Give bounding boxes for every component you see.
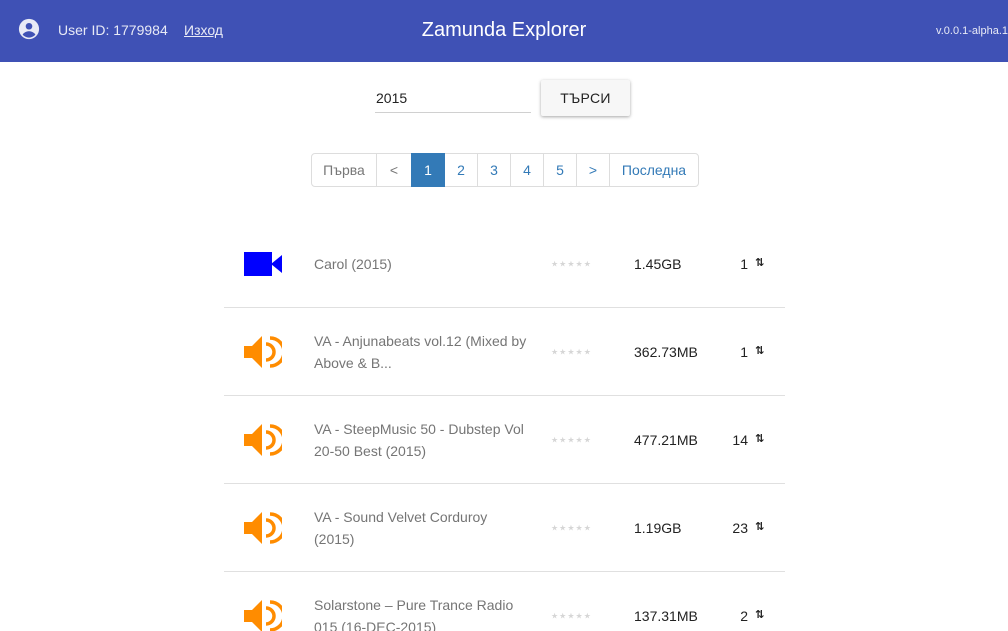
- page-3-button[interactable]: 3: [477, 153, 511, 187]
- swap-arrows-icon: ⇅: [755, 256, 765, 269]
- result-title[interactable]: VA - SteepMusic 50 - Dubstep Vol 20-50 B…: [314, 418, 529, 462]
- result-title[interactable]: Carol (2015): [314, 253, 529, 275]
- video-camera-icon: [244, 251, 282, 276]
- page-1-button[interactable]: 1: [411, 153, 445, 187]
- search-input[interactable]: [375, 84, 531, 113]
- app-header: User ID: 1779984 Изход Zamunda Explorer …: [0, 0, 1008, 62]
- result-size: 477.21MB: [634, 431, 698, 448]
- page-5-button[interactable]: 5: [543, 153, 577, 187]
- rating-stars: ★★★★★: [551, 347, 592, 356]
- result-size: 1.45GB: [634, 255, 682, 272]
- app-title: Zamunda Explorer: [421, 19, 587, 41]
- rating-stars: ★★★★★: [551, 435, 592, 444]
- rating-stars: ★★★★★: [551, 259, 592, 268]
- speaker-icon: [244, 511, 282, 544]
- page-prev-button[interactable]: <: [376, 153, 412, 187]
- result-size: 362.73MB: [634, 343, 698, 360]
- page-first-button[interactable]: Първа: [311, 153, 377, 187]
- swap-arrows-icon: ⇅: [755, 432, 765, 445]
- result-seeds: 2: [740, 607, 748, 624]
- result-row[interactable]: Solarstone – Pure Trance Radio 015 (16-D…: [224, 572, 785, 631]
- result-size: 137.31MB: [634, 607, 698, 624]
- result-title[interactable]: VA - Sound Velvet Corduroy (2015): [314, 506, 529, 550]
- search-button[interactable]: ТЪРСИ: [541, 80, 630, 116]
- result-row[interactable]: VA - Sound Velvet Corduroy (2015) ★★★★★ …: [224, 484, 785, 572]
- version-label: v.0.0.1-alpha.1: [936, 25, 1008, 37]
- result-row[interactable]: Carol (2015) ★★★★★ 1.45GB 1 ⇅: [224, 220, 785, 308]
- result-size: 1.19GB: [634, 519, 682, 536]
- swap-arrows-icon: ⇅: [755, 520, 765, 533]
- result-row[interactable]: VA - Anjunabeats vol.12 (Mixed by Above …: [224, 308, 785, 396]
- result-row[interactable]: VA - SteepMusic 50 - Dubstep Vol 20-50 B…: [224, 396, 785, 484]
- speaker-icon: [244, 599, 282, 631]
- page-4-button[interactable]: 4: [510, 153, 544, 187]
- speaker-icon: [244, 335, 282, 368]
- swap-arrows-icon: ⇅: [755, 608, 765, 621]
- page-2-button[interactable]: 2: [444, 153, 478, 187]
- result-seeds: 23: [732, 519, 748, 536]
- result-title[interactable]: Solarstone – Pure Trance Radio 015 (16-D…: [314, 594, 529, 631]
- swap-arrows-icon: ⇅: [755, 344, 765, 357]
- result-seeds: 14: [732, 431, 748, 448]
- speaker-icon: [244, 423, 282, 456]
- results-list: Carol (2015) ★★★★★ 1.45GB 1 ⇅ VA - Anjun…: [224, 220, 785, 631]
- rating-stars: ★★★★★: [551, 611, 592, 620]
- logout-link[interactable]: Изход: [184, 22, 223, 38]
- result-title[interactable]: VA - Anjunabeats vol.12 (Mixed by Above …: [314, 330, 529, 374]
- rating-stars: ★★★★★: [551, 523, 592, 532]
- pagination: Първа < 1 2 3 4 5 > Последна: [311, 153, 699, 187]
- page-last-button[interactable]: Последна: [609, 153, 699, 187]
- user-id-label: User ID: 1779984: [58, 22, 168, 38]
- account-circle-icon[interactable]: [18, 18, 40, 40]
- result-seeds: 1: [740, 255, 748, 272]
- result-seeds: 1: [740, 343, 748, 360]
- page-next-button[interactable]: >: [576, 153, 610, 187]
